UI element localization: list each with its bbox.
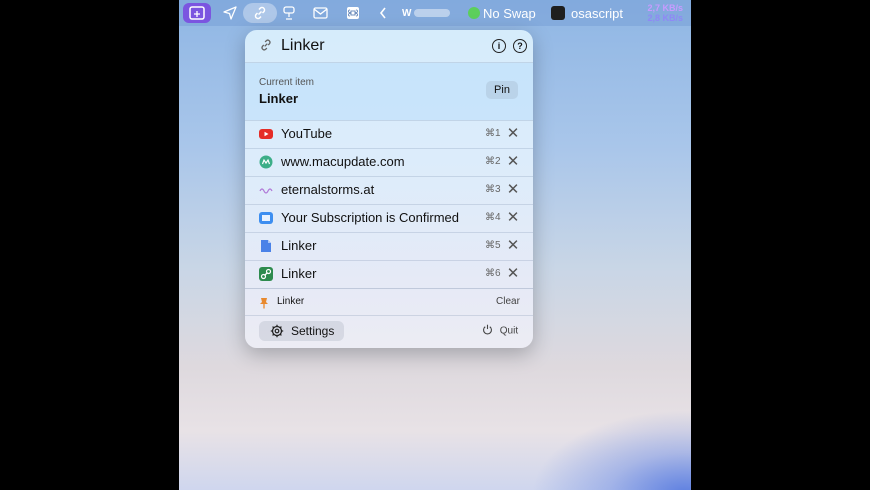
terminal-icon (551, 6, 565, 20)
app-menu[interactable]: osascript (551, 0, 623, 26)
gear-icon (270, 324, 284, 341)
help-icon[interactable]: ? (513, 39, 527, 53)
current-item-value: Linker (259, 91, 299, 106)
macupdate-icon (259, 155, 273, 169)
item-label: eternalstorms.at (281, 182, 375, 197)
settings-label: Settings (291, 324, 335, 338)
popup-footer: Settings Quit (245, 316, 533, 348)
linker-app-icon (259, 267, 273, 281)
current-item-label: Current item (259, 77, 315, 88)
list-item[interactable]: YouTube ⌘1 ✕ (245, 120, 533, 148)
app-name: osascript (571, 5, 624, 21)
document-icon (259, 239, 273, 253)
item-label: Linker (281, 238, 317, 253)
item-label: Linker (281, 266, 317, 281)
link-icon (259, 38, 273, 57)
item-shortcut: ⌘5 (485, 240, 501, 251)
close-icon[interactable]: ✕ (506, 124, 520, 142)
mail-icon[interactable] (309, 0, 331, 26)
power-icon (482, 324, 493, 338)
item-label: www.macupdate.com (281, 154, 405, 169)
swap-status[interactable]: No Swap (468, 0, 536, 26)
command-icon[interactable] (342, 0, 364, 26)
w-label: W (402, 7, 412, 19)
swap-label: No Swap (483, 5, 536, 21)
close-icon[interactable]: ✕ (506, 152, 520, 170)
close-icon[interactable]: ✕ (506, 264, 520, 282)
net-upload: 2,7 KB/s (647, 3, 683, 13)
close-icon[interactable]: ✕ (506, 180, 520, 198)
linker-popup: Linker i ? Current item Linker Pin YouTu… (245, 30, 533, 348)
w-bar (414, 9, 450, 17)
list-item[interactable]: Linker ⌘6 ✕ (245, 260, 533, 288)
info-icon[interactable]: i (492, 39, 506, 53)
quit-button[interactable]: Quit (482, 324, 518, 338)
net-download: 2,8 KB/s (647, 13, 683, 23)
lamp-icon[interactable] (278, 0, 300, 26)
mail-app-icon (259, 211, 273, 225)
list-item[interactable]: Linker ⌘5 ✕ (245, 232, 533, 260)
eternalstorms-icon (259, 183, 273, 197)
menu-bar: W No Swap osascript 2,7 KB/s 2,8 KB/s (179, 0, 691, 26)
inbox-icon[interactable] (183, 3, 211, 23)
list-item[interactable]: www.macupdate.com ⌘2 ✕ (245, 148, 533, 176)
swap-indicator-icon (468, 7, 480, 19)
chevron-left-icon[interactable] (372, 0, 394, 26)
item-label: Your Subscription is Confirmed (281, 210, 459, 225)
paper-plane-icon[interactable] (219, 0, 241, 26)
list-item[interactable]: Your Subscription is Confirmed ⌘4 ✕ (245, 204, 533, 232)
pinned-label: Linker (277, 296, 305, 307)
item-label: YouTube (281, 126, 333, 141)
pinned-row: Linker Clear (245, 289, 533, 315)
item-shortcut: ⌘3 (485, 184, 501, 195)
clear-button[interactable]: Clear (496, 296, 520, 307)
list-item[interactable]: eternalstorms.at ⌘3 ✕ (245, 176, 533, 204)
item-shortcut: ⌘1 (485, 128, 501, 139)
quit-label: Quit (499, 325, 519, 337)
settings-button[interactable]: Settings (259, 321, 344, 341)
pin-button[interactable]: Pin (486, 81, 518, 99)
link-icon[interactable] (243, 3, 277, 23)
youtube-icon (259, 127, 273, 141)
close-icon[interactable]: ✕ (506, 208, 520, 226)
item-shortcut: ⌘4 (485, 212, 501, 223)
popup-header: Linker i ? (245, 30, 533, 62)
popup-title: Linker (281, 37, 325, 54)
item-shortcut: ⌘2 (485, 156, 501, 167)
close-icon[interactable]: ✕ (506, 236, 520, 254)
pin-icon (259, 296, 269, 314)
item-shortcut: ⌘6 (485, 268, 501, 279)
network-monitor[interactable]: 2,7 KB/s 2,8 KB/s (647, 3, 683, 23)
